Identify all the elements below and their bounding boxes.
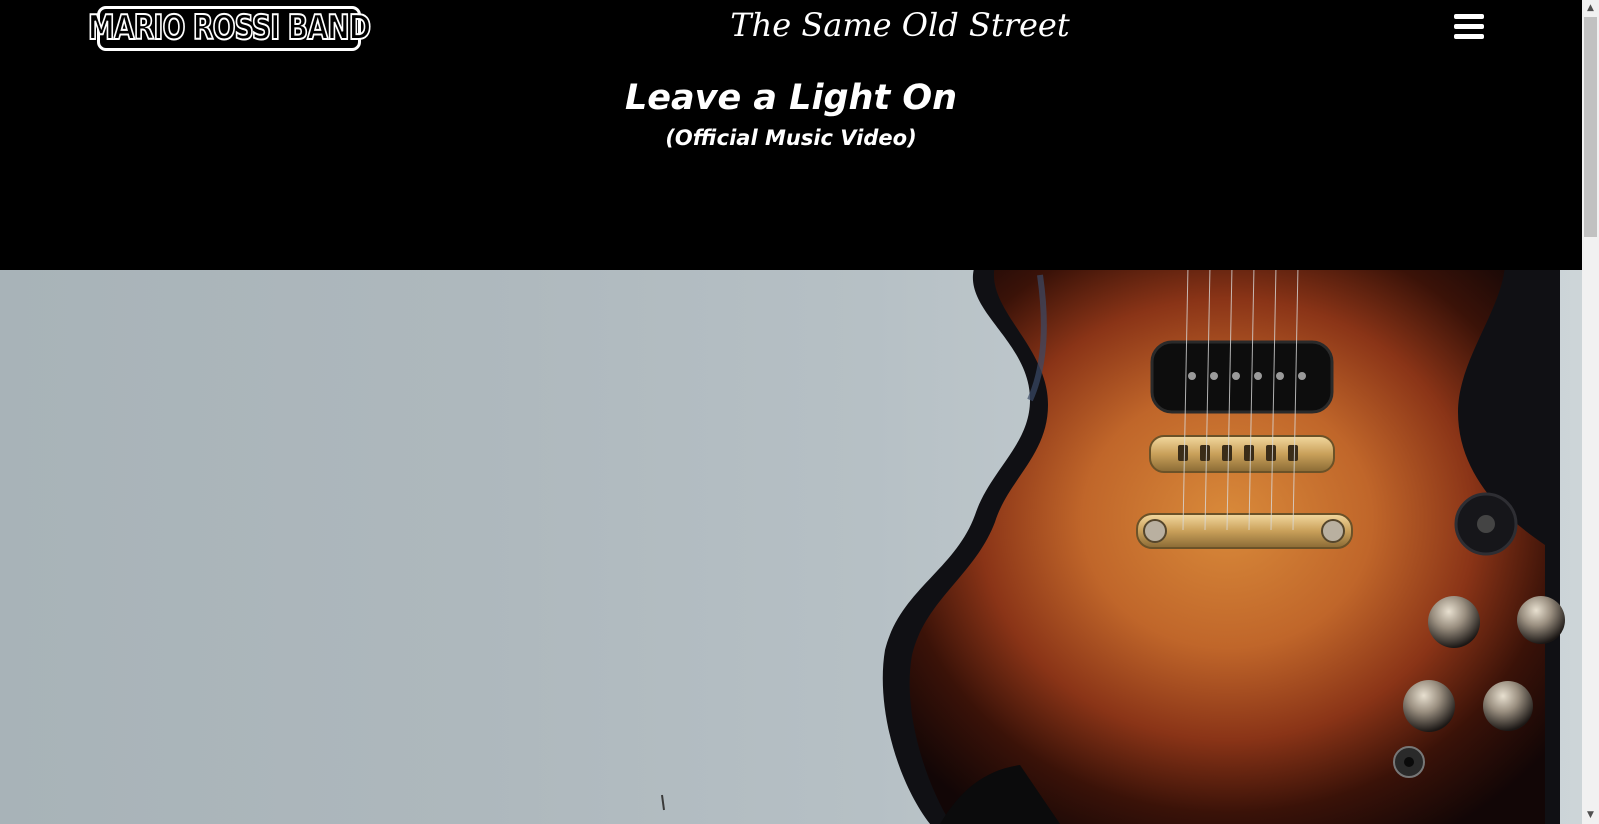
volume-knob-2 (1403, 680, 1455, 732)
hamburger-menu-icon[interactable] (1451, 9, 1487, 45)
guitar-image (661, 270, 1565, 824)
menu-bar-middle (1454, 24, 1484, 29)
scroll-up-icon[interactable]: ▲ (1582, 0, 1599, 17)
page-scrollbar[interactable]: ▲ ▼ (1582, 0, 1599, 824)
tailpiece (1136, 513, 1353, 549)
band-logo[interactable]: MARIO ROSSI BAND (87, 6, 372, 51)
video-thumbnail[interactable] (0, 270, 1582, 824)
volume-knob-1 (1428, 596, 1480, 648)
video-title: Leave a Light On (624, 78, 958, 118)
video-subtitle: (Official Music Video) (665, 126, 917, 150)
menu-bar-top (1454, 14, 1484, 19)
band-logo-text: MARIO ROSSI BAND (87, 8, 372, 49)
tone-knob-2 (1483, 681, 1533, 731)
scroll-down-icon[interactable]: ▼ (1582, 807, 1599, 824)
album-title: The Same Old Street (730, 6, 1070, 44)
site-header: MARIO ROSSI BAND The Same Old Street Lea… (0, 0, 1582, 270)
tone-knob-1 (1517, 596, 1565, 644)
scroll-thumb[interactable] (1584, 17, 1597, 237)
menu-bar-bottom (1454, 34, 1484, 39)
bridge (1149, 435, 1335, 473)
